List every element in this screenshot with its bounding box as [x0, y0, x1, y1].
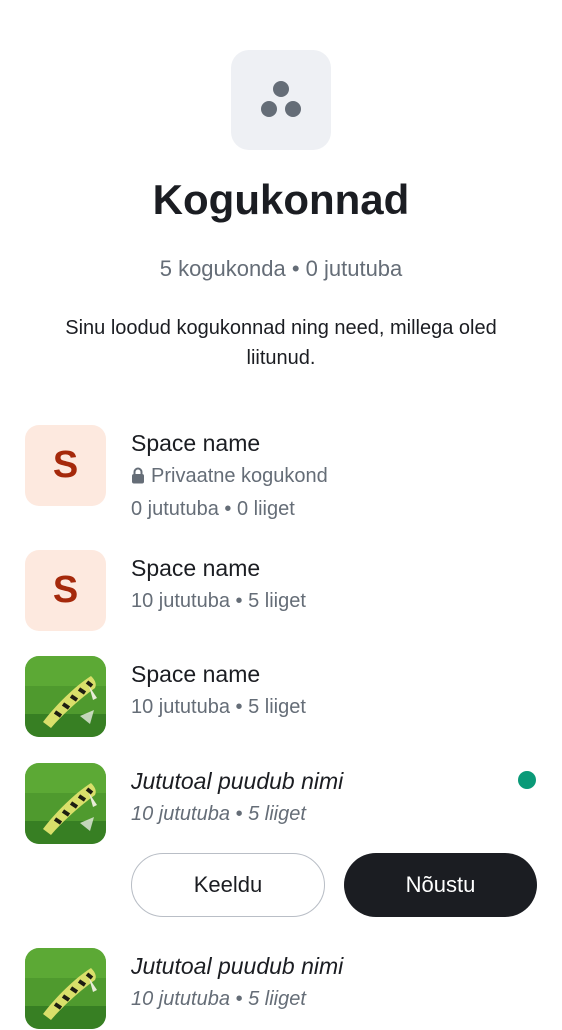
- space-invite-item[interactable]: Jututoal puudub nimi 10 jututuba • 5 lii…: [0, 763, 562, 845]
- caterpillar-avatar-image: [25, 656, 106, 737]
- space-stats: 10 jututuba • 5 liiget: [131, 803, 306, 825]
- space-room-counts: 5 kogukonda • 0 jututuba: [159, 256, 403, 281]
- space-name: Space name: [131, 661, 261, 687]
- decline-invite-button[interactable]: Keeldu: [131, 853, 325, 917]
- space-stats: 10 jututuba • 5 liiget: [131, 590, 306, 612]
- space-name: Space name: [131, 430, 261, 456]
- space-avatar: S: [25, 425, 106, 506]
- space-stats: 10 jututuba • 5 liiget: [131, 696, 306, 718]
- space-list-item[interactable]: Jututoal puudub nimi 10 jututuba • 5 lii…: [0, 948, 562, 1030]
- space-name: Jututoal puudub nimi: [131, 768, 344, 794]
- space-list-item[interactable]: S Space name 10 jututuba • 5 liiget: [0, 550, 562, 632]
- unread-indicator-dot: [518, 771, 536, 789]
- space-name: Space name: [131, 555, 261, 581]
- space-stats: 0 jututuba • 0 liiget: [131, 498, 295, 520]
- space-list-item[interactable]: S Space name Privaatne kogukond 0 jututu…: [0, 425, 562, 525]
- privacy-label-row: Privaatne kogukond: [131, 465, 328, 488]
- spaces-icon: [231, 50, 331, 150]
- page-description: Sinu loodud kogukonnad ning need, milleg…: [65, 317, 497, 369]
- accept-invite-button[interactable]: Nõustu: [344, 853, 537, 917]
- space-avatar: S: [25, 550, 106, 631]
- space-list-item[interactable]: Space name 10 jututuba • 5 liiget: [0, 656, 562, 738]
- space-name: Jututoal puudub nimi: [131, 953, 344, 979]
- privacy-label: Privaatne kogukond: [151, 465, 328, 487]
- caterpillar-avatar-image: [25, 763, 106, 844]
- page-title: Kogukonnad: [152, 176, 410, 223]
- caterpillar-avatar-image: [25, 948, 106, 1029]
- lock-icon: [132, 467, 144, 484]
